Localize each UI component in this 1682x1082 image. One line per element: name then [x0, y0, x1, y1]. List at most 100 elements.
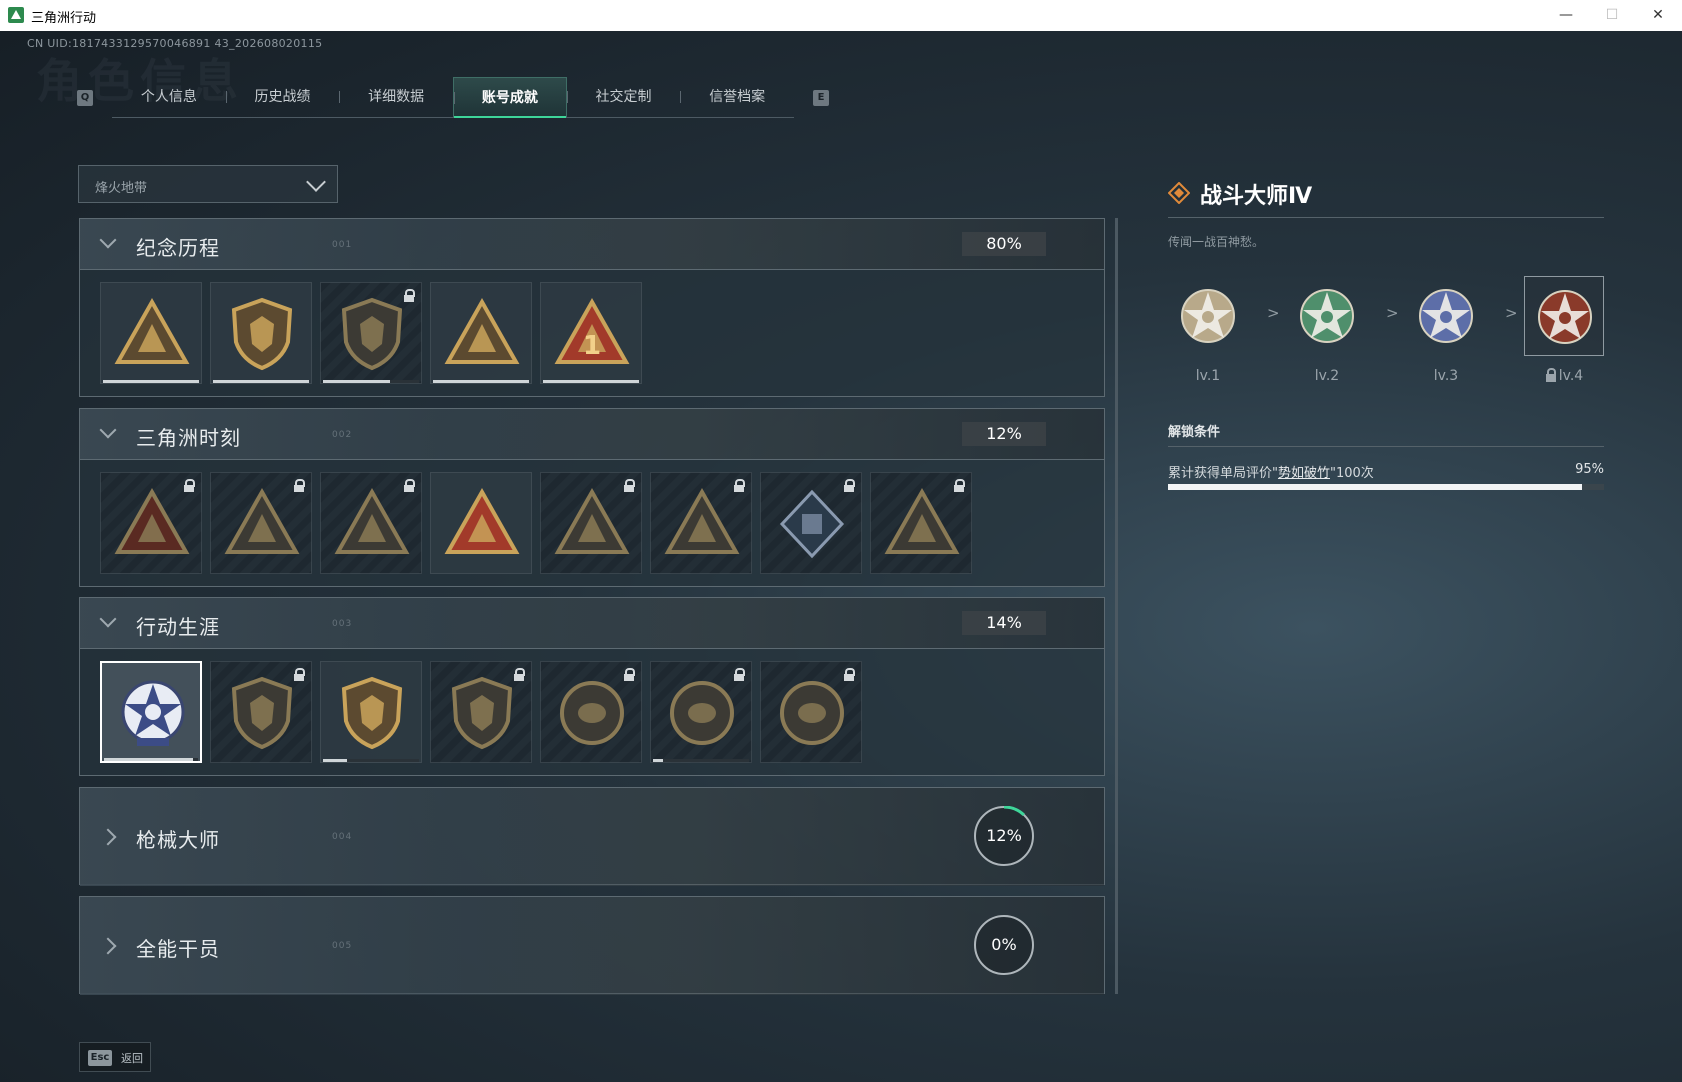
minimize-button[interactable]: —	[1546, 3, 1586, 27]
lock-icon	[1545, 368, 1557, 382]
section-header-all-round-operator[interactable]: 全能干员 005 0%	[80, 897, 1104, 995]
tile-progress-bar	[543, 380, 639, 383]
section-header-operation-career[interactable]: 行动生涯 003 14%	[80, 598, 1104, 649]
section-header-memorial[interactable]: 纪念历程 001 80%	[80, 219, 1104, 270]
condition-highlight-link[interactable]: 势如破竹	[1278, 466, 1330, 481]
section-number: 004	[332, 832, 353, 842]
cube-emblem-icon	[779, 489, 845, 559]
achievement-description: 传闻一战百神愁。	[1168, 235, 1265, 249]
achievement-tile[interactable]	[210, 661, 312, 763]
level-emblem-icon	[1419, 289, 1473, 343]
level-emblem-icon	[1538, 290, 1592, 344]
achievement-tile[interactable]	[760, 472, 862, 574]
achievement-tile[interactable]	[100, 472, 202, 574]
chevron-down-icon	[99, 610, 117, 628]
achievement-tile[interactable]	[320, 661, 422, 763]
achievement-title: 战斗大师Ⅳ	[1200, 184, 1313, 209]
tab-personal-info[interactable]: 个人信息	[112, 77, 226, 117]
mode-dropdown[interactable]: 烽火地带	[78, 165, 338, 203]
achievement-tile[interactable]	[320, 472, 422, 574]
achievement-list-scrollbar[interactable]	[1115, 218, 1118, 994]
tab-history-records[interactable]: 历史战绩	[225, 77, 340, 117]
lock-icon	[623, 668, 635, 681]
lock-icon	[403, 289, 415, 302]
achievement-tile[interactable]	[100, 282, 202, 384]
chevron-right-icon	[99, 937, 117, 955]
level-emblem-icon	[1300, 289, 1354, 343]
lock-icon	[953, 479, 965, 492]
condition-suffix: "100次	[1330, 466, 1374, 481]
tile-progress-fill	[433, 380, 529, 383]
achievement-tile[interactable]	[540, 472, 642, 574]
achievement-tile[interactable]	[650, 472, 752, 574]
lock-icon	[183, 479, 195, 492]
beast-emblem-icon	[554, 487, 630, 554]
section-title: 纪念历程	[136, 236, 220, 260]
achievement-tile[interactable]	[430, 472, 532, 574]
skull-target-emblem-icon	[670, 681, 734, 745]
lock-icon	[293, 479, 305, 492]
lock-icon	[733, 668, 745, 681]
tile-progress-fill	[103, 380, 199, 383]
lock-icon	[843, 479, 855, 492]
chevron-right-icon	[99, 828, 117, 846]
chevron-down-icon	[99, 421, 117, 439]
section-title: 行动生涯	[136, 615, 220, 639]
delta-emblem-icon	[114, 297, 190, 364]
level-1-badge[interactable]	[1168, 276, 1248, 356]
achievement-diamond-icon	[1168, 182, 1190, 204]
section-percent: 80%	[962, 232, 1046, 256]
achievement-section-weapon-master: 枪械大师 004 12%	[79, 787, 1105, 886]
unlock-conditions-heading: 解锁条件	[1168, 425, 1221, 440]
achievement-tile[interactable]	[320, 282, 422, 384]
lock-icon	[733, 479, 745, 492]
tab-social-custom[interactable]: 社交定制	[566, 77, 681, 117]
achievement-tile[interactable]	[210, 472, 312, 574]
achievement-tile[interactable]	[210, 282, 312, 384]
tab-next-key-hint[interactable]: E	[813, 90, 829, 106]
tab-credit-profile[interactable]: 信誉档案	[680, 77, 794, 117]
wing-shield-emblem-icon	[231, 676, 293, 750]
lock-icon	[293, 668, 305, 681]
section-header-delta-moments[interactable]: 三角洲时刻 002 12%	[80, 409, 1104, 460]
back-button[interactable]: Esc 返回	[79, 1042, 151, 1072]
section-number: 002	[332, 430, 353, 440]
achievement-section-all-round-operator: 全能干员 005 0%	[79, 896, 1105, 995]
gem-emblem-icon	[334, 487, 410, 554]
level-label: lv.4	[1558, 368, 1584, 384]
achievement-tile[interactable]	[650, 661, 752, 763]
helicopter-emblem-icon	[231, 297, 293, 371]
section-title: 三角洲时刻	[136, 426, 241, 450]
achievement-tile[interactable]	[760, 661, 862, 763]
section-title: 枪械大师	[136, 828, 220, 852]
achievement-tile[interactable]	[870, 472, 972, 574]
achievement-tile[interactable]	[540, 661, 642, 763]
tab-detailed-data[interactable]: 详细数据	[339, 77, 453, 117]
achievement-tile[interactable]	[100, 661, 202, 763]
achievement-tile[interactable]	[430, 282, 532, 384]
level-3-badge[interactable]	[1406, 276, 1486, 356]
section-title: 全能干员	[136, 937, 220, 961]
number-one-emblem-icon: 1	[554, 297, 630, 364]
level-emblem-icon	[1181, 289, 1235, 343]
svg-text:1: 1	[583, 331, 601, 361]
level-4-badge[interactable]	[1524, 276, 1604, 356]
achievement-tile[interactable]	[430, 661, 532, 763]
tile-progress-bar	[653, 759, 749, 762]
achievement-tile[interactable]: 1	[540, 282, 642, 384]
progress-arc	[1003, 806, 1025, 817]
tab-prev-key-hint[interactable]: Q	[77, 90, 93, 106]
level-2-badge[interactable]	[1287, 276, 1367, 356]
tile-progress-bar	[104, 758, 198, 761]
divider	[1168, 446, 1604, 447]
achievement-section-operation-career: 行动生涯 003 14%	[79, 597, 1105, 776]
window-titlebar: 三角洲行动 — ☐ ✕	[0, 0, 1682, 31]
chevron-down-icon	[306, 172, 326, 192]
tab-account-achievements[interactable]: 账号成就	[453, 77, 567, 118]
level-arrow: >	[1267, 304, 1280, 322]
tile-progress-bar	[323, 759, 419, 762]
section-number: 003	[332, 619, 353, 629]
maximize-button[interactable]: ☐	[1592, 3, 1632, 27]
section-header-weapon-master[interactable]: 枪械大师 004 12%	[80, 788, 1104, 886]
close-button[interactable]: ✕	[1638, 3, 1678, 27]
